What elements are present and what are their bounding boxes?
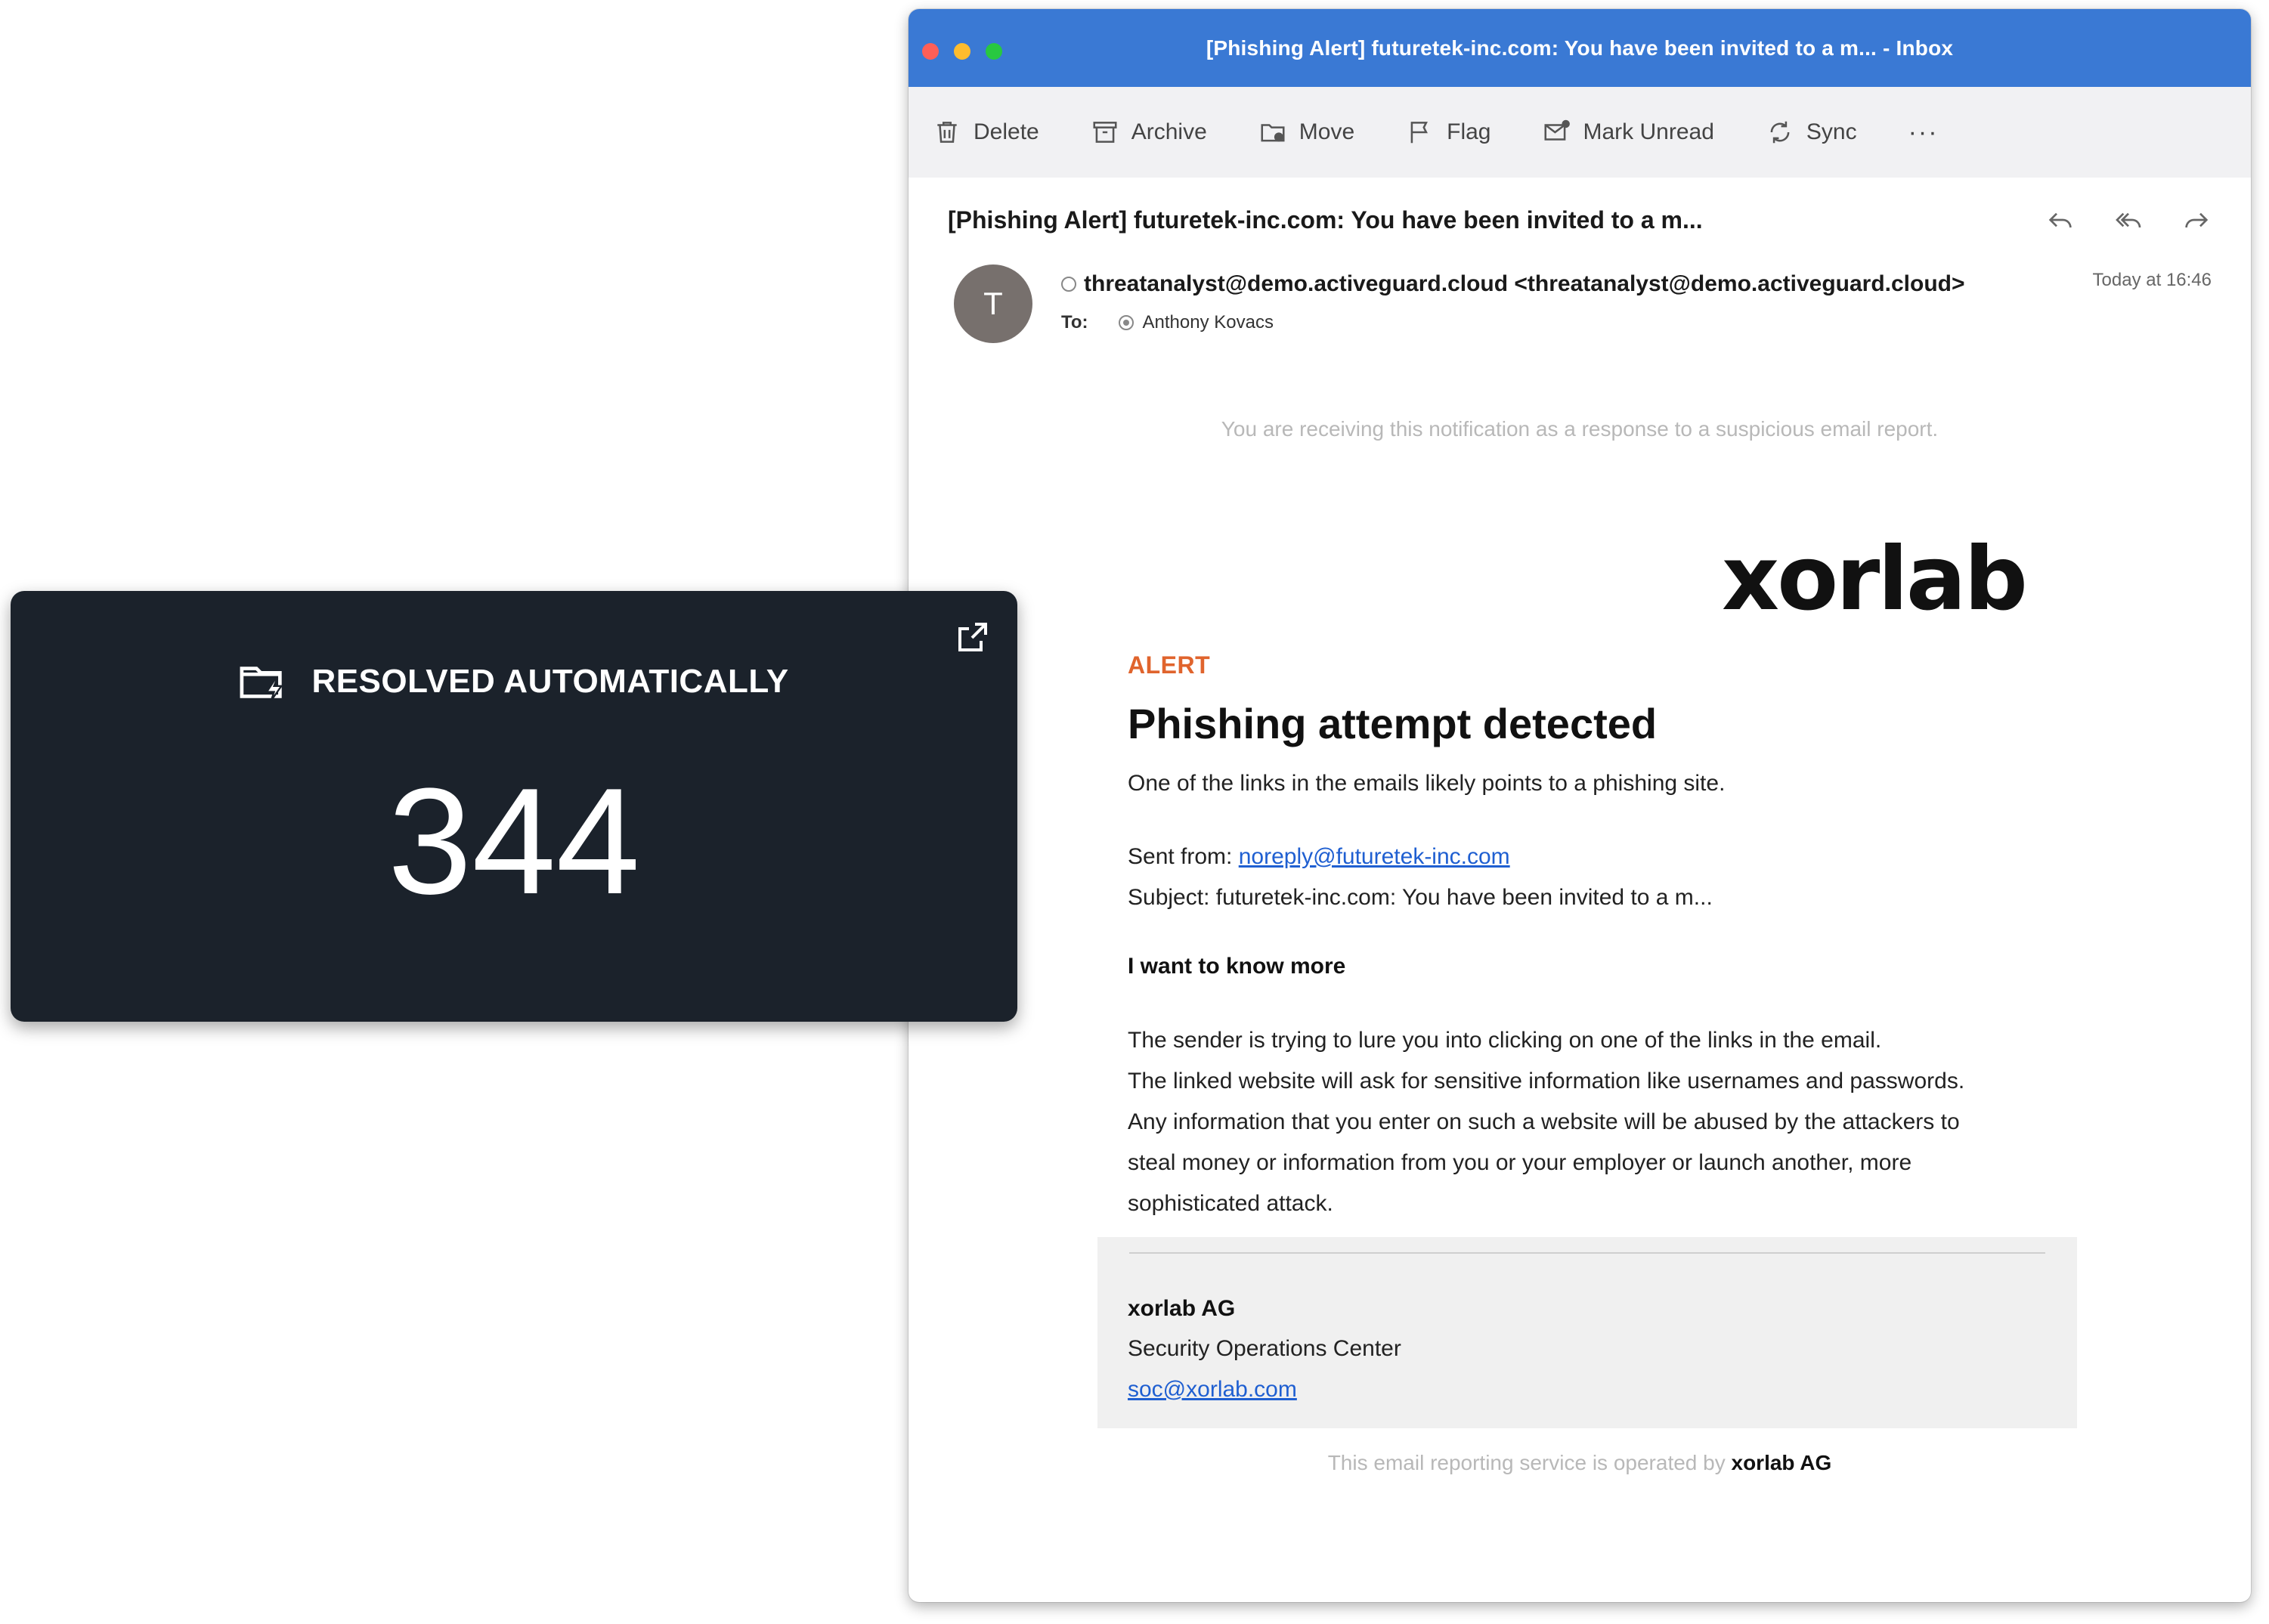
sync-icon — [1770, 121, 1790, 144]
window-controls — [922, 43, 1002, 60]
paragraph-line: Any information that you enter on such a… — [1128, 1109, 1960, 1134]
flag-label: Flag — [1447, 119, 1491, 144]
alert-lead: One of the links in the emails likely po… — [1128, 771, 1726, 796]
status-circle-icon — [1061, 277, 1076, 292]
notification-notice: You are receiving this notification as a… — [1221, 417, 1939, 441]
mark-unread-label: Mark Unread — [1583, 119, 1714, 144]
sync-button[interactable]: Sync — [1766, 118, 1857, 147]
delete-button[interactable]: Delete — [933, 118, 1039, 147]
recipient-name[interactable]: Anthony Kovacs — [1143, 312, 1274, 333]
logo-text: xorlab — [1722, 543, 2026, 618]
sender-avatar: T — [954, 264, 1032, 343]
move-label: Move — [1299, 119, 1355, 144]
reply-actions — [2045, 205, 2212, 235]
sender-line: threatanalyst@demo.activeguard.cloud <th… — [1061, 271, 1965, 297]
contact-icon — [1118, 315, 1134, 330]
signature-email-link[interactable]: soc@xorlab.com — [1128, 1377, 1297, 1403]
alert-label: ALERT — [1128, 651, 1211, 679]
maximize-window-button[interactable] — [986, 43, 1002, 60]
folder-move-icon — [1261, 124, 1285, 142]
sync-label: Sync — [1806, 119, 1857, 144]
to-label: To: — [1061, 312, 1088, 333]
resolved-stat-card: RESOLVED AUTOMATICALLY 344 — [11, 591, 1017, 1022]
title-bar[interactable]: [Phishing Alert] futuretek-inc.com: You … — [909, 9, 2251, 87]
envelope-icon — [1544, 119, 1571, 141]
card-title: RESOLVED AUTOMATICALLY — [311, 663, 789, 700]
flag-icon — [1410, 122, 1429, 144]
message-header: [Phishing Alert] futuretek-inc.com: You … — [909, 178, 2251, 374]
sent-from-label: Sent from: — [1128, 844, 1233, 869]
footer-text: This email reporting service is operated… — [1327, 1451, 1726, 1474]
alert-headline: Phishing attempt detected — [1128, 700, 1658, 747]
move-button[interactable]: Move — [1258, 118, 1354, 147]
recipient-row: To: Anthony Kovacs — [1061, 312, 1274, 333]
sender-address[interactable]: threatanalyst@demo.activeguard.cloud <th… — [1084, 271, 1965, 297]
more-info-heading: I want to know more — [1128, 954, 1346, 979]
trash-icon — [937, 122, 957, 143]
explanation-paragraph: The sender is trying to lure you into cl… — [1128, 1020, 2057, 1224]
footer-company: xorlab AG — [1731, 1451, 1832, 1474]
original-subject-line: Subject: futuretek-inc.com: You have bee… — [1128, 885, 1713, 910]
more-options-button[interactable]: ··· — [1908, 118, 1939, 147]
reply-icon[interactable] — [2045, 205, 2076, 235]
sent-from-line: Sent from: noreply@futuretek-inc.com — [1128, 844, 2080, 870]
footer: This email reporting service is operated… — [909, 1451, 2251, 1475]
archive-button[interactable]: Archive — [1091, 118, 1207, 147]
paragraph-line: sophisticated attack. — [1128, 1191, 1333, 1216]
card-header: RESOLVED AUTOMATICALLY — [11, 660, 1017, 703]
delete-label: Delete — [974, 119, 1039, 144]
paragraph-line: The sender is trying to lure you into cl… — [1128, 1028, 1882, 1053]
archive-icon — [1093, 122, 1117, 143]
signature-company: xorlab AG — [1128, 1296, 1236, 1321]
reply-all-icon[interactable] — [2113, 205, 2144, 235]
xorlab-logo: xorlab — [1722, 543, 2028, 618]
signature-box: xorlab AG Security Operations Center soc… — [1097, 1237, 2077, 1428]
signature-department: Security Operations Center — [1128, 1336, 1401, 1361]
flag-button[interactable]: Flag — [1406, 118, 1490, 147]
sent-from-link[interactable]: noreply@futuretek-inc.com — [1239, 844, 1510, 869]
message-subject: [Phishing Alert] futuretek-inc.com: You … — [948, 206, 1703, 234]
message-time: Today at 16:46 — [2092, 270, 2212, 290]
external-link-icon[interactable] — [954, 620, 990, 656]
paragraph-line: The linked website will ask for sensitiv… — [1128, 1069, 1965, 1093]
mark-unread-button[interactable]: Mark Unread — [1542, 118, 1714, 147]
paragraph-line: steal money or information from you or y… — [1128, 1150, 1912, 1175]
toolbar: Delete Archive Move Flag Mark Unread Syn… — [909, 87, 2251, 178]
close-window-button[interactable] — [922, 43, 939, 60]
folder-bolt-icon — [240, 667, 283, 701]
forward-icon[interactable] — [2181, 205, 2212, 235]
archive-label: Archive — [1131, 119, 1207, 144]
signature-divider — [1129, 1252, 2045, 1254]
window-title: [Phishing Alert] futuretek-inc.com: You … — [1206, 36, 1954, 60]
card-value: 344 — [388, 757, 640, 926]
minimize-window-button[interactable] — [954, 43, 970, 60]
